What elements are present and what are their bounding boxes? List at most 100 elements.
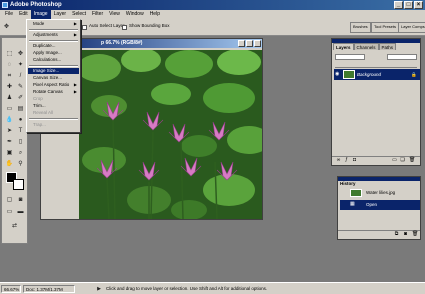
maximize-button[interactable]: □ — [404, 1, 413, 9]
layer-row-background[interactable]: ◉ Background 🔒 — [334, 69, 420, 80]
pen-tool-icon[interactable]: ✒ — [5, 138, 14, 147]
history-state-open[interactable]: ▦ Open — [340, 200, 420, 210]
eyedropper-icon[interactable]: ⌕ — [16, 149, 25, 158]
menu-item-mode[interactable]: Mode ▶ — [28, 21, 79, 27]
path-select-icon[interactable]: ➤ — [5, 127, 14, 136]
history-brush-icon[interactable]: ✐ — [16, 94, 25, 103]
layers-panel: Layers Channels Paths ◉ Background 🔒 ∞ ƒ… — [331, 38, 421, 166]
doc-maximize-button[interactable] — [246, 40, 253, 47]
menu-layer[interactable]: Layer — [51, 10, 70, 19]
brushes-tab[interactable]: Brushes — [350, 22, 371, 33]
submenu-arrow-icon: ▶ — [73, 89, 77, 94]
healing-brush-icon[interactable]: ✚ — [5, 83, 14, 92]
crop-tool-icon[interactable]: ⌗ — [5, 72, 14, 81]
hand-tool-icon[interactable]: ✋ — [5, 160, 14, 169]
menu-item-calculations[interactable]: Calculations... — [28, 57, 79, 63]
menu-bar: File Edit Image Layer Select Filter View… — [0, 10, 425, 19]
menu-separator — [29, 29, 78, 31]
magic-wand-icon[interactable]: ✦ — [16, 61, 25, 70]
menu-item-image-size[interactable]: Image Size... — [28, 68, 79, 74]
jump-to-imageready-icon[interactable]: ⇄ — [10, 222, 19, 231]
menu-item-rotate-canvas[interactable]: Rotate Canvas ▶ — [28, 89, 79, 95]
background-color-swatch[interactable] — [13, 179, 24, 190]
status-arrow-icon[interactable]: ▶ — [96, 285, 102, 293]
lock-row — [335, 62, 417, 68]
mask-icon[interactable]: ◘ — [352, 158, 357, 163]
minimize-button[interactable]: _ — [394, 1, 403, 9]
screen-mode-icon[interactable]: ▭ — [5, 208, 14, 217]
menu-separator — [29, 118, 78, 120]
layer-thumbnail — [343, 70, 355, 79]
eye-icon[interactable]: ◉ — [335, 72, 341, 77]
dodge-tool-icon[interactable]: ● — [16, 116, 25, 125]
bounding-box-checkbox[interactable] — [122, 25, 127, 30]
layer-style-icon[interactable]: ƒ — [344, 158, 349, 163]
menu-view[interactable]: View — [106, 10, 123, 19]
new-document-icon[interactable]: ⧉ — [394, 232, 399, 237]
menu-help[interactable]: Help — [147, 10, 163, 19]
brush-tool-icon[interactable]: ✎ — [16, 83, 25, 92]
menu-item-trim[interactable]: Trim... — [28, 103, 79, 109]
blend-mode-select[interactable] — [335, 54, 365, 60]
close-button[interactable]: × — [414, 1, 423, 9]
history-snapshot[interactable]: Water lilies.jpg — [340, 188, 420, 198]
menu-window[interactable]: Window — [123, 10, 147, 19]
photoshop-icon — [2, 2, 8, 8]
standard-mode-icon[interactable]: ▢ — [5, 196, 14, 205]
link-icon[interactable]: ∞ — [336, 158, 341, 163]
move-tool-icon[interactable]: ✥ — [16, 50, 25, 59]
trash-icon[interactable]: 🗑 — [412, 232, 418, 237]
notes-tool-icon[interactable]: ▣ — [5, 149, 14, 158]
menu-item-pixel-aspect-ratio[interactable]: Pixel Aspect Ratio ▶ — [28, 82, 79, 88]
move-tool-icon[interactable]: ✥ — [2, 23, 11, 32]
camera-icon[interactable]: ◙ — [403, 232, 408, 237]
doc-close-button[interactable] — [254, 40, 261, 47]
menu-item-apply-image[interactable]: Apply Image... — [28, 50, 79, 56]
menu-edit[interactable]: Edit — [16, 10, 31, 19]
menu-item-canvas-size[interactable]: Canvas Size... — [28, 75, 79, 81]
slice-tool-icon[interactable]: / — [16, 72, 25, 81]
shape-tool-icon[interactable]: ▯ — [16, 138, 25, 147]
status-hint: Click and drag to move layer or selectio… — [106, 286, 268, 291]
status-bar: 66.67% Doc: 1.37M/1.37M ▶ Click and drag… — [0, 282, 425, 294]
zoom-tool-icon[interactable]: ⚲ — [16, 160, 25, 169]
toolbox: ⬚ ✥ ◌ ✦ ⌗ / ✚ ✎ ♟ ✐ ▭ ▤ 💧 ● ➤ T ✒ ▯ ▣ ⌕ … — [1, 37, 28, 244]
layer-comps-tab[interactable]: Layer Comps — [398, 22, 425, 33]
image-canvas[interactable] — [79, 50, 262, 219]
image-menu: Mode ▶ Adjustments ▶ Duplicate... Apply Im… — [26, 19, 81, 133]
layer-name: Background — [357, 72, 382, 77]
quick-mask-icon[interactable]: ◙ — [16, 196, 25, 205]
clone-stamp-icon[interactable]: ♟ — [5, 94, 14, 103]
zoom-field[interactable]: 66.67% — [1, 285, 21, 293]
snapshot-thumbnail — [350, 189, 362, 197]
menu-item-duplicate[interactable]: Duplicate... — [28, 43, 79, 49]
auto-select-checkbox[interactable] — [82, 25, 87, 30]
new-layer-icon[interactable]: ❏ — [400, 158, 405, 163]
menu-item-adjustments[interactable]: Adjustments ▶ — [28, 32, 79, 38]
layers-footer: ∞ ƒ ◘ ▭ ❏ 🗑 — [332, 156, 420, 165]
menu-image[interactable]: Image — [30, 10, 51, 19]
marquee-tool-icon[interactable]: ⬚ — [5, 50, 14, 59]
menu-separator — [29, 40, 78, 42]
type-tool-icon[interactable]: T — [16, 127, 25, 136]
lasso-tool-icon[interactable]: ◌ — [5, 61, 14, 70]
opacity-field[interactable] — [387, 54, 417, 60]
blur-tool-icon[interactable]: 💧 — [5, 116, 14, 125]
tab-paths[interactable]: Paths — [378, 43, 397, 50]
doc-minimize-button[interactable] — [238, 40, 245, 47]
tool-presets-tab[interactable]: Tool Presets — [371, 22, 400, 33]
new-group-icon[interactable]: ▭ — [392, 158, 397, 163]
trash-icon[interactable]: 🗑 — [409, 158, 415, 163]
tab-channels[interactable]: Channels — [353, 43, 379, 50]
fullscreen-mode-icon[interactable]: ▬ — [16, 208, 25, 217]
tab-layers[interactable]: Layers — [333, 43, 354, 50]
menu-select[interactable]: Select — [69, 10, 89, 19]
menu-filter[interactable]: Filter — [89, 10, 106, 19]
gradient-tool-icon[interactable]: ▤ — [16, 105, 25, 114]
eraser-tool-icon[interactable]: ▭ — [5, 105, 14, 114]
menu-file[interactable]: File — [2, 10, 16, 19]
menu-item-reveal-all: Reveal All — [33, 110, 54, 115]
auto-select-label: Auto Select Layer — [89, 23, 125, 28]
history-panel: History Water lilies.jpg ▦ Open ⧉ ◙ 🗑 — [337, 176, 421, 240]
doc-size-field: Doc: 1.37M/1.37M — [23, 285, 75, 293]
